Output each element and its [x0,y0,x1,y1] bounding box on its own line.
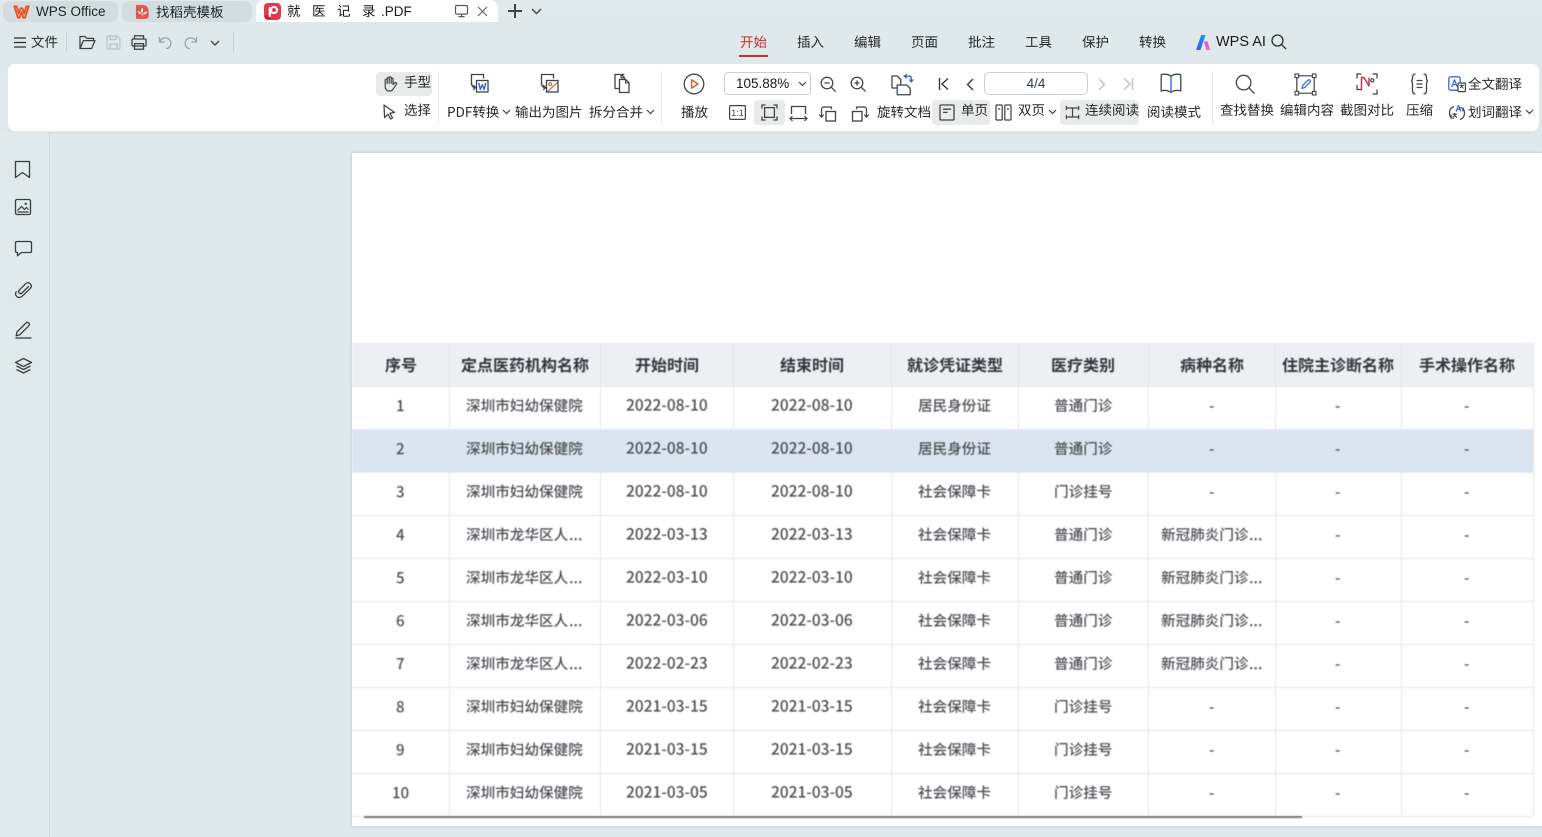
svg-text:1:1: 1:1 [731,108,744,118]
